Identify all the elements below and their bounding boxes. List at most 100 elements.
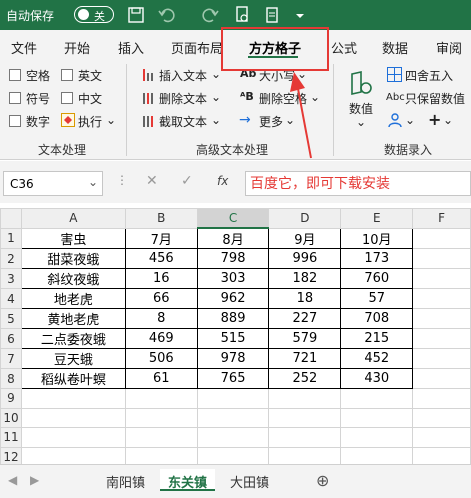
redo-icon[interactable]: [200, 5, 220, 25]
row-header[interactable]: 11: [0, 427, 22, 448]
cell[interactable]: 8月: [196, 227, 270, 249]
enter-icon[interactable]: ✓: [181, 173, 193, 189]
cell[interactable]: 579: [268, 328, 342, 349]
cell[interactable]: [412, 407, 471, 428]
keep-value-button[interactable]: 只保留数值: [405, 90, 465, 107]
cell[interactable]: 地老虎: [20, 288, 126, 309]
cell[interactable]: [20, 388, 126, 409]
add-button[interactable]: +: [428, 110, 441, 129]
column-header[interactable]: E: [340, 208, 414, 229]
cell[interactable]: 61: [124, 368, 198, 389]
cell[interactable]: [340, 407, 414, 428]
cell[interactable]: [412, 368, 471, 389]
cell[interactable]: 721: [268, 348, 342, 369]
select-all-corner[interactable]: [0, 208, 22, 229]
cell[interactable]: [412, 308, 471, 329]
delete-text-button[interactable]: 删除文本: [159, 90, 207, 107]
cell[interactable]: 二点委夜蛾: [20, 328, 126, 349]
row-header[interactable]: 7: [0, 348, 22, 369]
tab-page-layout[interactable]: 页面布局: [171, 38, 223, 57]
cell[interactable]: 962: [196, 288, 270, 309]
document-icon[interactable]: [262, 5, 282, 25]
prev-sheet-icon[interactable]: ◀: [8, 473, 17, 487]
cell[interactable]: [124, 427, 198, 448]
insert-function-button[interactable]: fx: [217, 174, 228, 188]
row-header[interactable]: 1: [0, 227, 22, 249]
cell[interactable]: [340, 388, 414, 409]
tab-formulas[interactable]: 公式: [331, 38, 357, 57]
execute-button[interactable]: 执行: [78, 113, 102, 130]
cell[interactable]: 稻纵卷叶螟: [20, 368, 126, 389]
cell[interactable]: 182: [268, 268, 342, 289]
column-header[interactable]: D: [268, 208, 342, 229]
cell[interactable]: [196, 388, 270, 409]
cell[interactable]: 252: [268, 368, 342, 389]
row-header[interactable]: 2: [0, 248, 22, 269]
add-sheet-icon[interactable]: ⊕: [316, 471, 329, 490]
cell[interactable]: [412, 388, 471, 409]
cell[interactable]: 215: [340, 328, 414, 349]
cell[interactable]: 798: [196, 248, 270, 269]
cell[interactable]: [20, 427, 126, 448]
print-preview-icon[interactable]: [232, 5, 252, 25]
execute-icon[interactable]: [61, 113, 75, 127]
sheet-tab[interactable]: 南阳镇: [98, 469, 153, 491]
cell[interactable]: 18: [268, 288, 342, 309]
cell[interactable]: 978: [196, 348, 270, 369]
cell[interactable]: 57: [340, 288, 414, 309]
cell[interactable]: 黄地老虎: [20, 308, 126, 329]
cell[interactable]: [412, 328, 471, 349]
tab-insert[interactable]: 插入: [118, 38, 144, 57]
cell[interactable]: 10月: [340, 227, 414, 249]
more-button[interactable]: 更多: [259, 113, 283, 130]
checkbox-chinese[interactable]: [61, 92, 73, 104]
cell[interactable]: [412, 248, 471, 269]
column-header[interactable]: A: [20, 208, 126, 229]
cell[interactable]: [412, 227, 471, 249]
cell[interactable]: 469: [124, 328, 198, 349]
cell[interactable]: [196, 407, 270, 428]
cell[interactable]: 斜纹夜蛾: [20, 268, 126, 289]
cell[interactable]: 甜菜夜蛾: [20, 248, 126, 269]
cell[interactable]: 66: [124, 288, 198, 309]
tab-review[interactable]: 审阅: [436, 38, 462, 57]
save-icon[interactable]: [126, 5, 146, 25]
cell[interactable]: [412, 427, 471, 448]
cell[interactable]: 173: [340, 248, 414, 269]
delete-space-button[interactable]: 删除空格: [259, 90, 307, 107]
column-header-selected[interactable]: C: [196, 208, 270, 229]
column-header[interactable]: F: [412, 208, 471, 229]
extract-text-button[interactable]: 截取文本: [159, 113, 207, 130]
checkbox-symbol[interactable]: [9, 92, 21, 104]
cell[interactable]: 515: [196, 328, 270, 349]
cell[interactable]: [268, 388, 342, 409]
cell[interactable]: [340, 427, 414, 448]
customize-dropdown-icon[interactable]: [290, 5, 310, 25]
cell[interactable]: 452: [340, 348, 414, 369]
cell[interactable]: 害虫: [20, 227, 126, 249]
cell[interactable]: 16: [124, 268, 198, 289]
cell[interactable]: 430: [340, 368, 414, 389]
cell[interactable]: [268, 407, 342, 428]
cell[interactable]: 708: [340, 308, 414, 329]
tab-data[interactable]: 数据: [382, 38, 408, 57]
cell[interactable]: 456: [124, 248, 198, 269]
checkbox-number[interactable]: [9, 115, 21, 127]
cell[interactable]: 889: [196, 308, 270, 329]
cell[interactable]: 760: [340, 268, 414, 289]
cell[interactable]: [196, 427, 270, 448]
undo-icon[interactable]: [157, 5, 177, 25]
cell[interactable]: 8: [124, 308, 198, 329]
cell[interactable]: 227: [268, 308, 342, 329]
sheet-tab-active[interactable]: 东关镇: [160, 469, 216, 491]
cell[interactable]: 豆天蛾: [20, 348, 126, 369]
row-header[interactable]: 6: [0, 328, 22, 349]
autosave-toggle[interactable]: 关: [74, 6, 114, 23]
column-header[interactable]: B: [124, 208, 198, 229]
sheet-tab[interactable]: 大田镇: [222, 469, 277, 491]
tab-file[interactable]: 文件: [11, 38, 37, 57]
cell[interactable]: 9月: [268, 227, 342, 249]
row-header[interactable]: 4: [0, 288, 22, 309]
insert-text-button[interactable]: 插入文本: [159, 67, 207, 84]
row-header[interactable]: 5: [0, 308, 22, 329]
